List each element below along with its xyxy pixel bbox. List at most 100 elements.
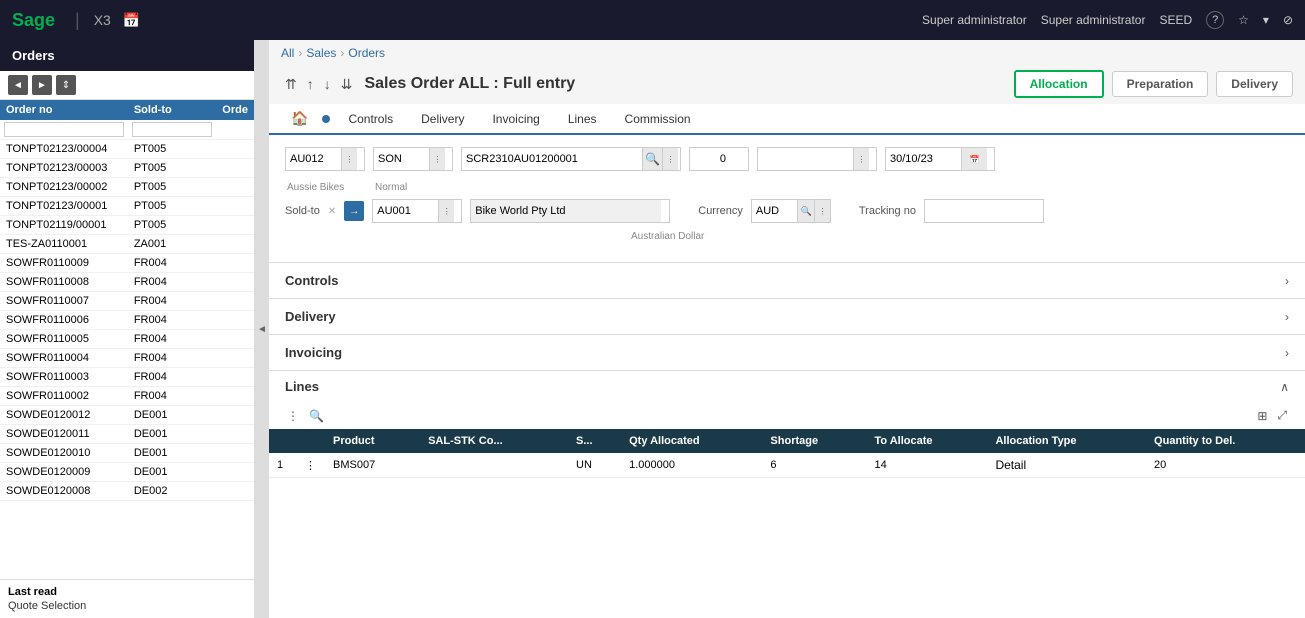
tab-delivery[interactable]: Delivery bbox=[407, 105, 478, 133]
sidebar-row[interactable]: SOWFR0110002FR004 bbox=[0, 387, 254, 406]
currency-code[interactable] bbox=[752, 200, 797, 222]
sidebar-row[interactable]: SOWFR0110006FR004 bbox=[0, 311, 254, 330]
type-input[interactable]: ⋮ bbox=[373, 147, 453, 171]
tab-lines[interactable]: Lines bbox=[554, 105, 611, 133]
sidebar-prev-btn[interactable]: ◄ bbox=[8, 75, 28, 95]
sidebar-row[interactable]: SOWDE0120008DE002 bbox=[0, 482, 254, 501]
invoicing-section-header[interactable]: Invoicing › bbox=[269, 335, 1305, 370]
sidebar-next-btn[interactable]: ► bbox=[32, 75, 52, 95]
delivery-arrow-icon: › bbox=[1285, 310, 1289, 324]
quote-selection-label[interactable]: Quote Selection bbox=[8, 600, 246, 612]
col-order-no: Order no bbox=[0, 100, 128, 120]
tab-commission[interactable]: Commission bbox=[611, 105, 705, 133]
delivery-section-header[interactable]: Delivery › bbox=[269, 299, 1305, 334]
sidebar-row[interactable]: SOWFR0110004FR004 bbox=[0, 349, 254, 368]
sidebar-row[interactable]: TONPT02123/00001PT005 bbox=[0, 197, 254, 216]
lines-collapse-btn[interactable]: ∧ bbox=[1280, 380, 1289, 394]
sidebar-row[interactable]: SOWFR0110005FR004 bbox=[0, 330, 254, 349]
sold-to-code[interactable] bbox=[373, 200, 438, 222]
user1-label[interactable]: Super administrator bbox=[922, 13, 1027, 27]
table-row[interactable]: 1⋮BMS007UN1.000000614Detail20 bbox=[269, 453, 1305, 478]
tracking-input[interactable] bbox=[924, 199, 1044, 223]
home-tab-btn[interactable]: 🏠 bbox=[281, 104, 318, 133]
breadcrumb-all[interactable]: All bbox=[281, 46, 294, 60]
row-num[interactable]: 1 bbox=[269, 453, 297, 478]
filter-order-no[interactable] bbox=[4, 122, 124, 137]
lines-stack-btn[interactable]: ⊞ bbox=[1255, 407, 1269, 425]
sidebar-cell: SOWDE0120008 bbox=[0, 482, 128, 501]
sidebar-row[interactable]: SOWFR0110009FR004 bbox=[0, 254, 254, 273]
dropdown-icon[interactable]: ▾ bbox=[1263, 13, 1269, 27]
sidebar-row[interactable]: SOWDE0120011DE001 bbox=[0, 425, 254, 444]
breadcrumb-orders[interactable]: Orders bbox=[348, 46, 385, 60]
sidebar-row[interactable]: SOWDE0120010DE001 bbox=[0, 444, 254, 463]
sidebar-row[interactable]: TES-ZA0110001ZA001 bbox=[0, 235, 254, 254]
lines-menu-btn[interactable]: ⋮ bbox=[285, 407, 301, 425]
sidebar-cell: ZA001 bbox=[128, 235, 216, 254]
sold-to-menu-btn[interactable]: ⋮ bbox=[438, 200, 454, 222]
sidebar-row[interactable]: TONPT02119/00001PT005 bbox=[0, 216, 254, 235]
date-calendar-btn[interactable]: 📅 bbox=[961, 148, 987, 170]
site-menu-btn[interactable]: ⋮ bbox=[341, 148, 357, 170]
row-action-btn[interactable]: ⋮ bbox=[297, 453, 325, 478]
reference-value[interactable] bbox=[462, 148, 642, 170]
user2-label[interactable]: Super administrator bbox=[1041, 13, 1146, 27]
number-input[interactable] bbox=[689, 147, 749, 171]
nav-next-btn[interactable]: ↓ bbox=[320, 74, 335, 95]
lines-search-btn[interactable]: 🔍 bbox=[307, 407, 326, 425]
nav-prev-btn[interactable]: ↑ bbox=[303, 74, 318, 95]
reference-input[interactable]: 🔍 ⋮ bbox=[461, 147, 681, 171]
filter-sold-to[interactable] bbox=[132, 122, 212, 137]
breadcrumb-sales[interactable]: Sales bbox=[306, 46, 336, 60]
settings-icon[interactable]: ⊘ bbox=[1283, 13, 1293, 27]
controls-section-header[interactable]: Controls › bbox=[269, 263, 1305, 298]
sidebar-cell: TONPT02123/00001 bbox=[0, 197, 128, 216]
currency-search-btn[interactable]: 🔍 bbox=[797, 200, 814, 222]
tracking-value[interactable] bbox=[925, 200, 1035, 222]
th-shortage: Shortage bbox=[762, 429, 866, 453]
sidebar-collapse-btn[interactable]: ◄ bbox=[255, 40, 269, 618]
sidebar-cell: TES-ZA0110001 bbox=[0, 235, 128, 254]
delivery-btn[interactable]: Delivery bbox=[1216, 71, 1293, 97]
tab-invoicing[interactable]: Invoicing bbox=[478, 105, 553, 133]
currency-menu-btn[interactable]: ⋮ bbox=[814, 200, 830, 222]
calendar-icon[interactable]: 📅 bbox=[123, 12, 140, 29]
preparation-btn[interactable]: Preparation bbox=[1112, 71, 1209, 97]
sidebar-row[interactable]: SOWDE0120009DE001 bbox=[0, 463, 254, 482]
sold-to-input[interactable]: ⋮ bbox=[372, 199, 462, 223]
sidebar-row[interactable]: TONPT02123/00002PT005 bbox=[0, 178, 254, 197]
sidebar-row[interactable]: SOWFR0110003FR004 bbox=[0, 368, 254, 387]
star-icon[interactable]: ☆ bbox=[1238, 13, 1249, 27]
sidebar-row[interactable]: TONPT02123/00003PT005 bbox=[0, 159, 254, 178]
type-menu-btn[interactable]: ⋮ bbox=[429, 148, 445, 170]
sidebar-row[interactable]: TONPT02123/00004PT005 bbox=[0, 140, 254, 159]
allocation-btn[interactable]: Allocation bbox=[1014, 70, 1104, 98]
sold-to-arrow-btn[interactable]: → bbox=[344, 201, 364, 221]
nav-last-btn[interactable]: ⇊ bbox=[337, 74, 357, 95]
date-value[interactable] bbox=[886, 148, 961, 170]
extra-input[interactable]: ⋮ bbox=[757, 147, 877, 171]
number-value[interactable] bbox=[690, 148, 730, 170]
nav-first-btn[interactable]: ⇈ bbox=[281, 74, 301, 95]
sidebar-row[interactable]: SOWFR0110008FR004 bbox=[0, 273, 254, 292]
tab-controls[interactable]: Controls bbox=[334, 105, 407, 133]
sidebar-row[interactable]: SOWDE0120012DE001 bbox=[0, 406, 254, 425]
sidebar-cell bbox=[216, 425, 254, 444]
help-icon[interactable]: ? bbox=[1206, 11, 1224, 29]
date-input[interactable]: 📅 bbox=[885, 147, 995, 171]
reference-menu-btn[interactable]: ⋮ bbox=[662, 148, 678, 170]
sidebar-row[interactable]: SOWFR0110007FR004 bbox=[0, 292, 254, 311]
site-input[interactable]: ⋮ bbox=[285, 147, 365, 171]
currency-input[interactable]: 🔍 ⋮ bbox=[751, 199, 831, 223]
site-value[interactable] bbox=[286, 148, 341, 170]
lines-expand-btn[interactable]: ⤢ bbox=[1275, 406, 1289, 425]
extra-value[interactable] bbox=[758, 148, 853, 170]
type-value[interactable] bbox=[374, 148, 429, 170]
sidebar-sort-btn[interactable]: ⇕ bbox=[56, 75, 76, 95]
form-title: Sales Order ALL : Full entry bbox=[364, 75, 1005, 93]
row-cell: 20 bbox=[1146, 453, 1305, 478]
sidebar-cell: DE001 bbox=[128, 425, 216, 444]
extra-menu-btn[interactable]: ⋮ bbox=[853, 148, 869, 170]
reference-search-btn[interactable]: 🔍 bbox=[642, 148, 662, 170]
x3-label[interactable]: X3 bbox=[94, 12, 111, 28]
